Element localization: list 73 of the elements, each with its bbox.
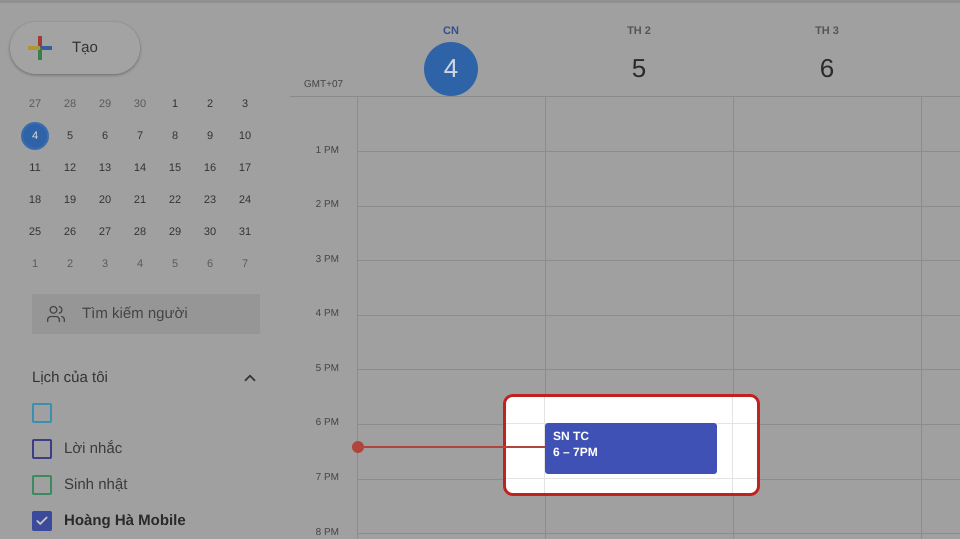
hour-label: 6 PM [316,416,339,430]
mini-calendar-day[interactable]: 3 [91,250,119,278]
day-date[interactable]: 5 [612,42,666,96]
hour-label: 8 PM [316,526,339,539]
day-name: CN [443,24,459,39]
mini-calendar-day[interactable]: 30 [126,90,154,118]
hour-label: 5 PM [316,362,339,375]
mini-calendar-day[interactable]: 27 [91,218,119,246]
mini-calendar-day[interactable]: 1 [161,90,189,118]
mini-calendar-day[interactable]: 9 [196,122,224,150]
check-icon [35,514,49,528]
mini-calendar-day[interactable]: 2 [196,90,224,118]
mini-calendar-day[interactable]: 10 [231,122,259,150]
day-date[interactable]: 4 [424,42,478,96]
mini-calendar-day[interactable]: 1 [21,250,49,278]
mini-calendar-day[interactable]: 29 [91,90,119,118]
mini-calendar-day[interactable]: 15 [161,154,189,182]
mini-calendar-day[interactable]: 6 [196,250,224,278]
mini-calendar-day[interactable]: 24 [231,186,259,214]
mini-calendar-day[interactable]: 12 [56,154,84,182]
calendar-name: Sinh nhật [64,474,128,495]
mini-calendar-day[interactable]: 7 [126,122,154,150]
mini-calendar-day[interactable]: 23 [196,186,224,214]
event-time: 6 – 7PM [553,444,599,460]
mini-calendar-day[interactable]: 4 [126,250,154,278]
mini-calendar-day[interactable]: 14 [126,154,154,182]
calendar-name: Lời nhắc [64,438,122,459]
hour-label: 3 PM [316,252,339,266]
timezone-label: GMT+07 [304,78,344,92]
calendar-checkbox[interactable] [32,511,52,531]
mini-calendar-day[interactable]: 30 [196,218,224,246]
mini-calendar-day[interactable]: 7 [231,250,259,278]
hour-label: 7 PM [316,471,339,484]
mini-calendar-day[interactable]: 3 [231,90,259,118]
day-name: TH 3 [815,24,839,39]
mini-calendar-day[interactable]: 28 [126,218,154,246]
calendar-event[interactable]: SN TC 6 – 7PM [545,422,717,474]
mini-calendar-day[interactable]: 11 [21,154,49,182]
plus-icon [26,34,54,62]
mini-calendar-day[interactable]: 26 [56,218,84,246]
hour-label: 2 PM [316,198,339,212]
people-icon [46,304,66,324]
mini-calendar-day[interactable]: 25 [21,218,49,246]
event-title: SN TC [553,428,590,444]
mini-calendar-day[interactable]: 4 [21,122,49,150]
calendar-checkbox[interactable] [32,403,52,423]
mini-calendar-day[interactable]: 6 [91,122,119,150]
calendar-checkbox[interactable] [32,439,52,459]
people-search-field[interactable]: Tìm kiếm người [32,294,260,334]
section-title: Lịch của tôi [32,368,108,388]
mini-calendar-day[interactable]: 13 [91,154,119,182]
mini-calendar-day[interactable]: 8 [161,122,189,150]
mini-calendar-day[interactable]: 29 [161,218,189,246]
mini-calendar-day[interactable]: 19 [56,186,84,214]
mini-calendar-day[interactable]: 2 [56,250,84,278]
mini-calendar-day[interactable]: 17 [231,154,259,182]
mini-calendar-day[interactable]: 21 [126,186,154,214]
create-button[interactable]: Tạo [10,22,140,74]
mini-calendar-day[interactable]: 31 [231,218,259,246]
mini-calendar-day[interactable]: 5 [56,122,84,150]
mini-calendar-day[interactable]: 18 [21,186,49,214]
hour-label: 1 PM [316,144,339,156]
day-name: TH 2 [627,24,651,39]
mini-calendar-day[interactable]: 22 [161,186,189,214]
day-date[interactable]: 6 [800,42,854,96]
hour-label: 4 PM [316,307,339,320]
calendar-checkbox[interactable] [32,475,52,495]
calendar-name: Hoàng Hà Mobile [64,510,186,531]
mini-calendar-day[interactable]: 16 [196,154,224,182]
mini-calendar-day[interactable]: 28 [56,90,84,118]
mini-calendar-day[interactable]: 27 [21,90,49,118]
mini-calendar-day[interactable]: 20 [91,186,119,214]
mini-calendar-day[interactable]: 5 [161,250,189,278]
